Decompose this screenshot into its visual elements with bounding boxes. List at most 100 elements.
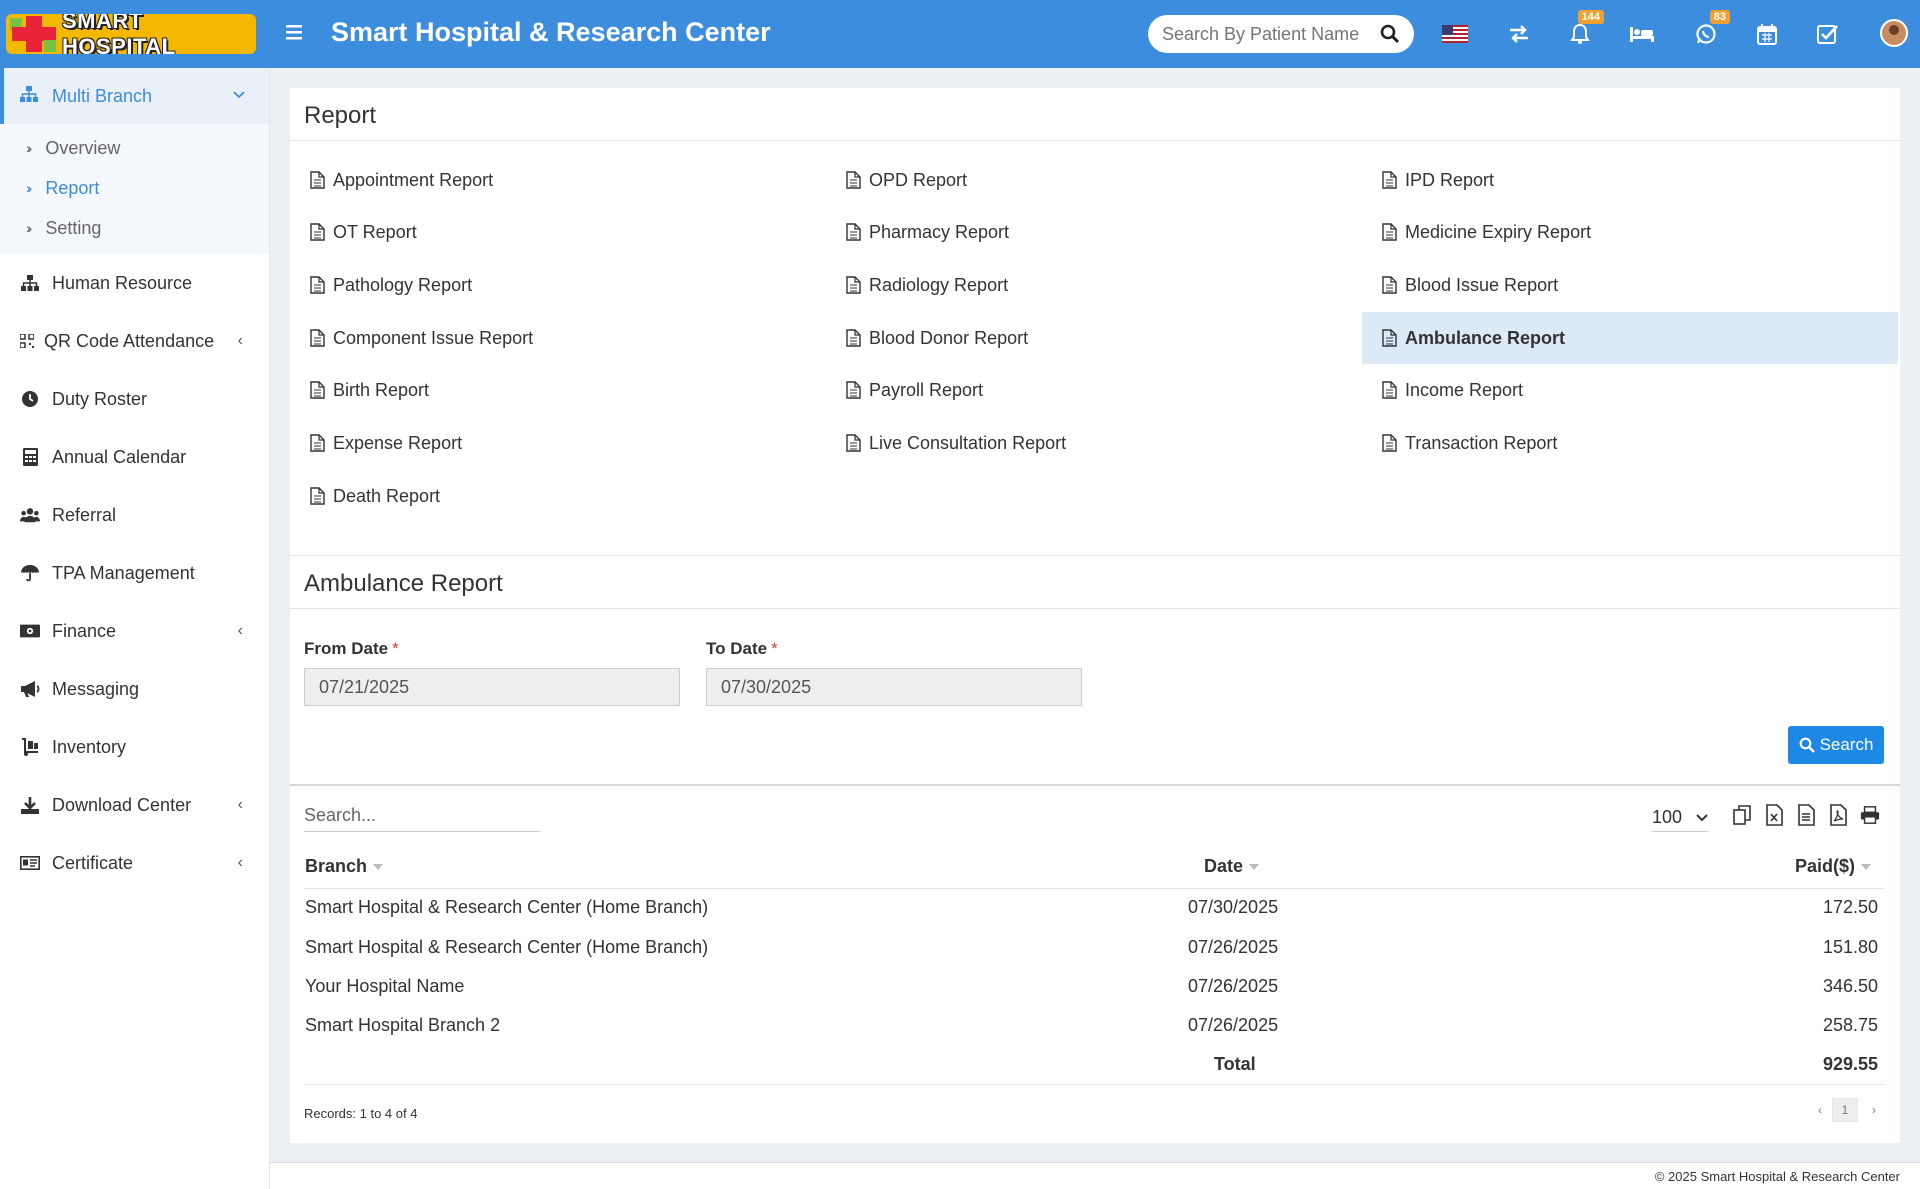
sidebar-item-tpa-management[interactable]: TPA Management — [0, 544, 269, 602]
page-size-select[interactable]: 100 — [1652, 804, 1708, 832]
file-text-icon — [1382, 276, 1397, 294]
user-avatar[interactable] — [1880, 19, 1908, 47]
report-link-appointment-report[interactable]: Appointment Report — [290, 154, 826, 206]
patient-search-box[interactable] — [1148, 15, 1414, 53]
file-text-icon — [310, 487, 325, 505]
report-link-pharmacy-report[interactable]: Pharmacy Report — [826, 206, 1362, 258]
report-link-ambulance-report[interactable]: Ambulance Report — [1362, 312, 1898, 364]
report-link-radiology-report[interactable]: Radiology Report — [826, 259, 1362, 311]
pagination-next-button[interactable]: › — [1864, 1098, 1884, 1122]
sidebar-item-qr-code-attendance[interactable]: QR Code Attendance ‹ — [0, 312, 269, 370]
file-text-icon — [1382, 223, 1397, 241]
report-link-opd-report[interactable]: OPD Report — [826, 154, 1362, 206]
cell-paid: 151.80 — [1822, 937, 1878, 957]
top-header: SMART HOSPITAL Smart Hospital & Research… — [0, 0, 1920, 68]
logo-cross-icon — [6, 14, 62, 54]
cell-date: 07/30/2025 — [1188, 897, 1279, 917]
section-title: Ambulance Report — [304, 570, 503, 597]
report-link-ipd-report[interactable]: IPD Report — [1362, 154, 1898, 206]
file-text-icon — [310, 223, 325, 241]
sidebar-item-finance[interactable]: Finance ‹ — [0, 602, 269, 660]
sidebar-item-human-resource[interactable]: Human Resource — [0, 254, 269, 312]
cell-date: 07/26/2025 — [1188, 1015, 1279, 1035]
cell-branch: Your Hospital Name — [305, 976, 465, 996]
file-text-icon — [846, 381, 861, 399]
umbrella-icon — [20, 563, 40, 583]
whatsapp-icon[interactable]: 83 — [1692, 10, 1730, 48]
report-link-medicine-expiry-report[interactable]: Medicine Expiry Report — [1362, 206, 1898, 258]
sidebar-item-messaging[interactable]: Messaging — [0, 660, 269, 718]
footer-copyright: © 2025 Smart Hospital & Research Center — [1654, 1169, 1900, 1184]
submenu-item-setting[interactable]: ›› Setting — [0, 208, 269, 248]
cell-date: 07/26/2025 — [1188, 976, 1279, 996]
report-link-pathology-report[interactable]: Pathology Report — [290, 259, 826, 311]
hospital-logo[interactable]: SMART HOSPITAL — [6, 14, 256, 54]
chevron-left-icon: ‹ — [237, 622, 243, 639]
report-link-live-consultation-report[interactable]: Live Consultation Report — [826, 417, 1362, 469]
sidebar-item-referral[interactable]: Referral — [0, 486, 269, 544]
records-info: Records: 1 to 4 of 4 — [304, 1106, 418, 1121]
file-text-icon — [846, 276, 861, 294]
sitemap-icon — [20, 273, 40, 293]
from-date-input[interactable]: 07/21/2025 — [304, 668, 680, 706]
sidebar-item-multi-branch[interactable]: Multi Branch — [0, 68, 269, 124]
double-chevron-icon: ›› — [26, 140, 33, 156]
bed-icon[interactable] — [1628, 20, 1656, 48]
submenu-item-overview[interactable]: ›› Overview — [0, 128, 269, 168]
download-icon — [20, 795, 40, 815]
menu-toggle-icon[interactable] — [286, 20, 306, 48]
report-link-component-issue-report[interactable]: Component Issue Report — [290, 312, 826, 364]
notification-bell-icon[interactable]: 144 — [1566, 10, 1604, 48]
file-text-icon — [846, 223, 861, 241]
report-link-ot-report[interactable]: OT Report — [290, 206, 826, 258]
sidebar-item-label: Multi Branch — [52, 85, 153, 106]
chevron-left-icon: ‹ — [237, 796, 243, 813]
file-text-icon — [310, 276, 325, 294]
report-link-death-report[interactable]: Death Report — [290, 470, 826, 522]
task-check-icon[interactable] — [1814, 20, 1842, 48]
column-header-paid[interactable]: Paid($) — [1795, 856, 1872, 877]
cell-paid: 346.50 — [1822, 976, 1878, 996]
report-link-birth-report[interactable]: Birth Report — [290, 364, 826, 416]
pagination-prev-button[interactable]: ‹ — [1810, 1098, 1830, 1122]
table-search-input[interactable]: Search... — [304, 800, 540, 832]
sidebar: Multi Branch ›› Overview ›› Report ›› Setti… — [0, 68, 270, 1189]
report-link-blood-issue-report[interactable]: Blood Issue Report — [1362, 259, 1898, 311]
chevron-down-icon — [1696, 813, 1708, 821]
calendar-icon[interactable] — [1753, 20, 1781, 48]
to-date-input[interactable]: 07/30/2025 — [706, 668, 1082, 706]
report-link-transaction-report[interactable]: Transaction Report — [1362, 417, 1898, 469]
print-icon[interactable] — [1860, 804, 1880, 826]
search-icon[interactable] — [1380, 24, 1400, 44]
column-header-branch[interactable]: Branch — [305, 856, 384, 877]
report-link-income-report[interactable]: Income Report — [1362, 364, 1898, 416]
sidebar-item-certificate[interactable]: Certificate ‹ — [0, 834, 269, 892]
sidebar-item-annual-calendar[interactable]: Annual Calendar — [0, 428, 269, 486]
from-date-label: From Date * — [304, 639, 399, 658]
switch-branch-icon[interactable] — [1505, 20, 1533, 48]
report-link-expense-report[interactable]: Expense Report — [290, 417, 826, 469]
divider — [304, 1084, 1884, 1085]
report-link-payroll-report[interactable]: Payroll Report — [826, 364, 1362, 416]
sidebar-item-download-center[interactable]: Download Center ‹ — [0, 776, 269, 834]
pagination-page-1[interactable]: 1 — [1832, 1098, 1858, 1122]
column-header-date[interactable]: Date — [1204, 856, 1260, 877]
sidebar-item-duty-roster[interactable]: Duty Roster — [0, 370, 269, 428]
csv-icon[interactable] — [1796, 804, 1816, 826]
total-label: Total — [1214, 1054, 1256, 1074]
bullhorn-icon — [20, 679, 40, 699]
file-text-icon — [310, 381, 325, 399]
submenu-item-report[interactable]: ›› Report — [0, 168, 269, 208]
report-link-blood-donor-report[interactable]: Blood Donor Report — [826, 312, 1362, 364]
users-icon — [20, 505, 40, 525]
language-flag-icon[interactable] — [1441, 20, 1469, 48]
pdf-icon[interactable] — [1828, 804, 1848, 826]
excel-icon[interactable] — [1764, 804, 1784, 826]
patient-search-input[interactable] — [1162, 23, 1362, 45]
sidebar-item-inventory[interactable]: Inventory — [0, 718, 269, 776]
file-text-icon — [1382, 434, 1397, 452]
copy-icon[interactable] — [1732, 804, 1752, 826]
search-button[interactable]: Search — [1788, 726, 1884, 764]
total-value: 929.55 — [1822, 1054, 1878, 1074]
double-chevron-icon: ›› — [26, 220, 33, 236]
